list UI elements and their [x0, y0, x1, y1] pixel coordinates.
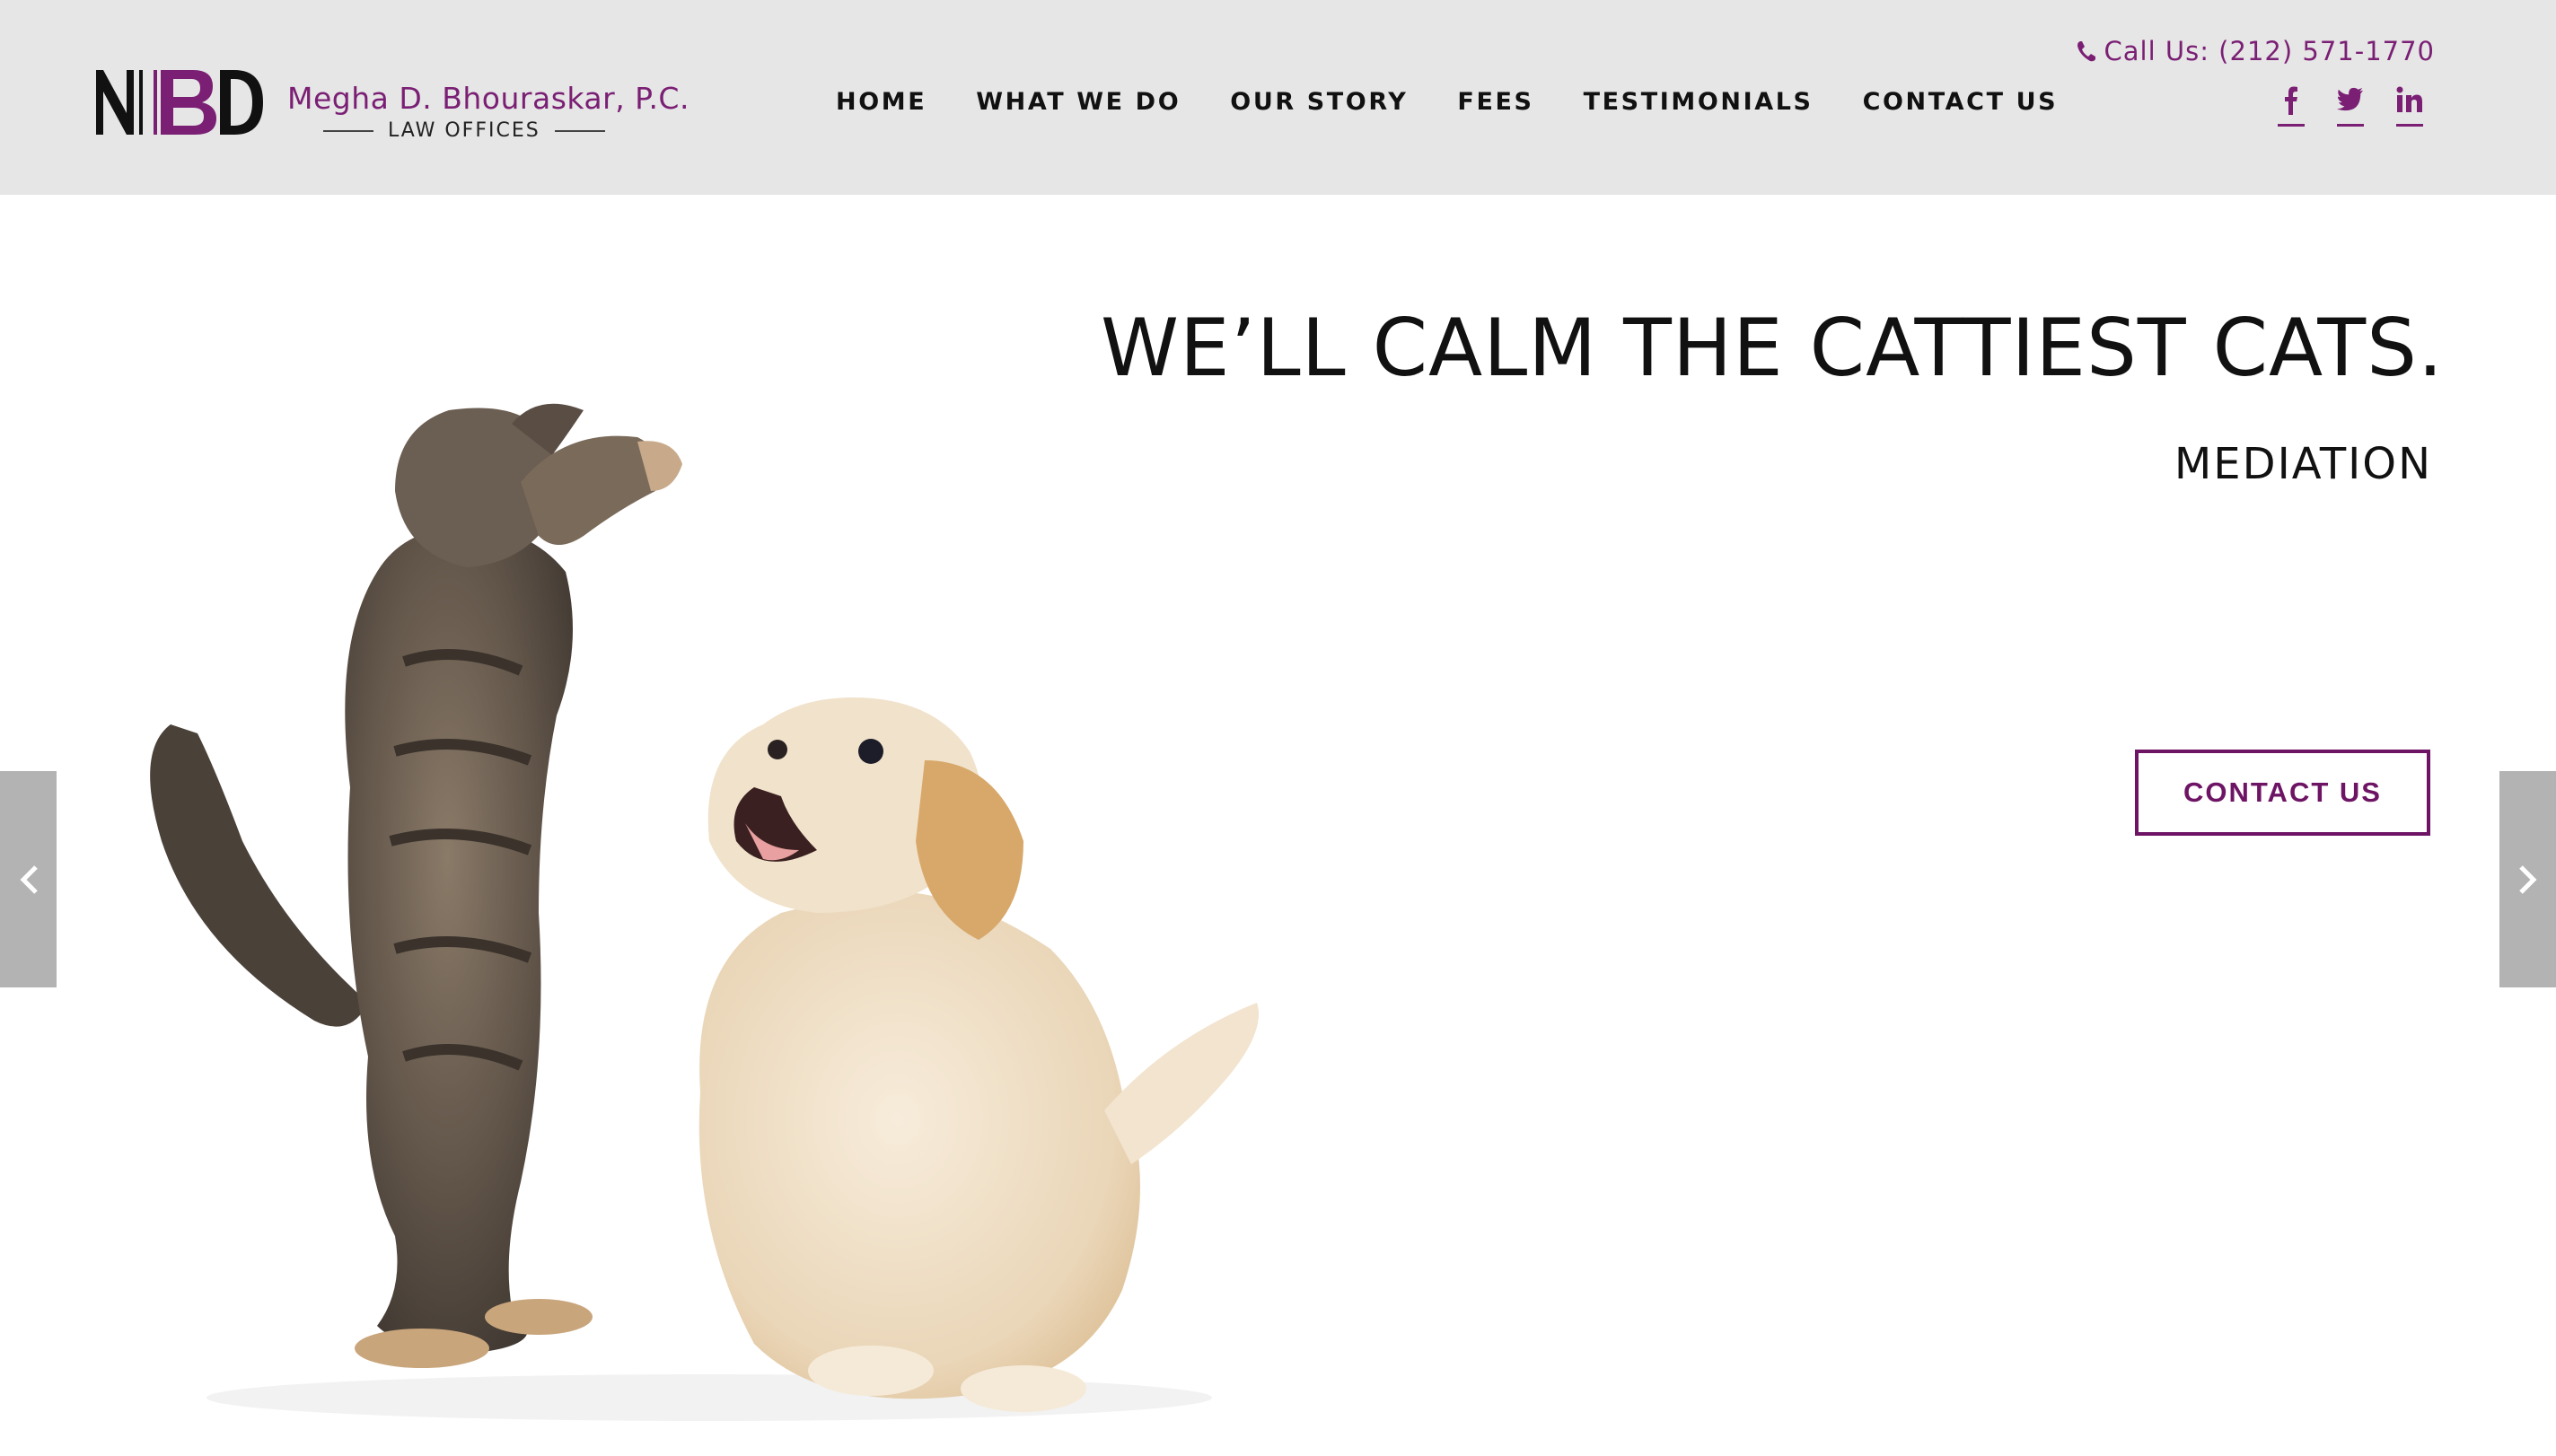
site-logo[interactable]: Megha D. Bhouraskar, P.C. LAW OFFICES	[94, 66, 714, 147]
twitter-icon	[2337, 87, 2364, 111]
hero-subheadline: MEDIATION	[2174, 439, 2432, 489]
hero-contact-button[interactable]: CONTACT US	[2135, 750, 2430, 836]
chevron-left-icon	[19, 864, 38, 894]
site-header: Megha D. Bhouraskar, P.C. LAW OFFICES HO…	[0, 0, 2556, 195]
nav-our-story[interactable]: OUR STORY	[1230, 88, 1408, 116]
nav-contact-us[interactable]: CONTACT US	[1863, 88, 2059, 116]
facebook-link[interactable]	[2278, 86, 2305, 127]
call-us-text: Call Us: (212) 571-1770	[2104, 36, 2435, 66]
hero-headline: WE’LL CALM THE CATTIEST CATS.	[1101, 302, 2444, 394]
nav-testimonials[interactable]: TESTIMONIALS	[1584, 88, 1814, 116]
subtitle-rule-left	[323, 129, 373, 132]
slider-prev-button[interactable]	[0, 771, 57, 987]
hero-slider: WE’LL CALM THE CATTIEST CATS. MEDIATION …	[0, 195, 2556, 1456]
subtitle-rule-right	[554, 129, 605, 132]
brand-subtitle: LAW OFFICES	[323, 119, 605, 142]
nav-home[interactable]: HOME	[836, 88, 927, 116]
slider-next-button[interactable]	[2499, 771, 2556, 987]
phone-icon	[2077, 41, 2095, 62]
kitten-and-puppy-image	[150, 403, 1259, 1421]
mbd-logo-mark	[96, 70, 263, 135]
nav-what-we-do[interactable]: WHAT WE DO	[976, 88, 1181, 116]
call-us-link[interactable]: Call Us: (212) 571-1770	[2076, 36, 2436, 66]
nav-fees[interactable]: FEES	[1457, 88, 1533, 116]
chevron-right-icon	[2518, 864, 2537, 894]
brand-name: Megha D. Bhouraskar, P.C.	[287, 81, 690, 116]
linkedin-icon	[2396, 86, 2422, 112]
main-nav: HOME WHAT WE DO OUR STORY FEES TESTIMONI…	[836, 88, 2058, 116]
twitter-link[interactable]	[2337, 86, 2364, 127]
social-links	[2278, 86, 2423, 127]
brand-subtitle-text: LAW OFFICES	[388, 119, 540, 142]
linkedin-link[interactable]	[2396, 86, 2423, 127]
facebook-icon	[2285, 86, 2297, 115]
